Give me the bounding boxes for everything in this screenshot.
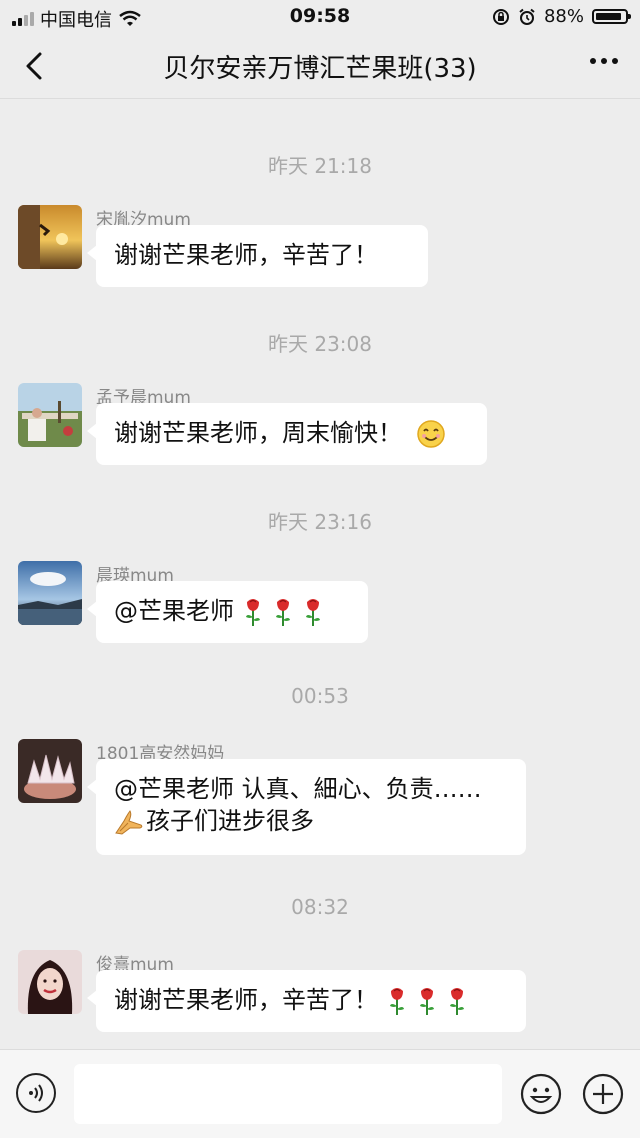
rose-emoji-icon — [276, 599, 290, 626]
rose-emoji-icon — [246, 599, 260, 626]
emoji-icon[interactable] — [520, 1073, 562, 1115]
message-text-line1: @芒果老师 认真、細心、负责…… — [114, 775, 482, 803]
battery-fill — [596, 13, 621, 20]
message-text: 谢谢芒果老师，辛苦了！ — [114, 241, 378, 269]
message-timestamp: 08:32 — [291, 895, 349, 919]
message-bubble[interactable]: 谢谢芒果老师，辛苦了！ — [87, 225, 428, 287]
orientation-lock-icon — [492, 8, 509, 25]
message-text: 谢谢芒果老师，周末愉快！ — [114, 419, 402, 447]
input-bar — [0, 1049, 640, 1138]
message-text: @芒果老师 — [114, 597, 234, 625]
voice-icon[interactable] — [16, 1073, 56, 1113]
message-timestamp: 昨天 21:18 — [268, 154, 372, 178]
message-bubble[interactable]: 谢谢芒果老师，周末愉快！ — [87, 403, 487, 465]
alarm-icon — [519, 8, 535, 25]
smile-emoji-icon — [417, 420, 445, 448]
rose-emoji-icon — [390, 988, 404, 1015]
rose-emoji-icon — [420, 988, 434, 1015]
chat-area[interactable]: 昨天 21:18 宋胤汐mum 谢谢芒果老师，辛苦了！ 昨天 23:08 孟予晨… — [0, 99, 640, 1049]
plus-icon[interactable] — [582, 1073, 624, 1115]
chat-title: 贝尔安亲万博汇芒果班(33) — [163, 54, 477, 84]
rose-emoji-icon — [450, 988, 464, 1015]
message-bubble[interactable]: @芒果老师 — [87, 581, 368, 643]
nav-bar: 贝尔安亲万博汇芒果班(33) — [0, 34, 640, 99]
status-bar: 中国电信 09:58 88% — [0, 0, 640, 34]
status-right: 88% — [492, 6, 631, 27]
battery-percent: 88% — [543, 6, 584, 27]
message-timestamp: 昨天 23:08 — [268, 332, 372, 356]
avatar[interactable] — [18, 383, 82, 447]
battery-icon — [592, 9, 631, 24]
rose-emoji-icon — [306, 599, 320, 626]
avatar[interactable] — [18, 561, 82, 625]
message-timestamp: 昨天 23:16 — [268, 510, 372, 534]
message-text-line2: 孩子们进步很多 — [146, 807, 314, 835]
avatar[interactable] — [18, 205, 82, 269]
message-bubble[interactable]: @芒果老师 认真、細心、负责…… 孩子们进步很多 — [87, 759, 526, 855]
message-text-line2-wrap: 孩子们进步很多 — [114, 805, 508, 837]
more-dots-icon[interactable] — [590, 58, 618, 64]
avatar[interactable] — [18, 739, 82, 803]
message-timestamp: 00:53 — [291, 684, 349, 708]
message-text: 谢谢芒果老师，辛苦了！ — [114, 986, 378, 1014]
message-input[interactable] — [74, 1064, 502, 1124]
avatar[interactable] — [18, 950, 82, 1014]
message-bubble[interactable]: 谢谢芒果老师，辛苦了！ — [87, 970, 526, 1032]
chevron-left-icon[interactable] — [18, 48, 54, 84]
praying-hands-emoji-icon — [115, 810, 143, 835]
